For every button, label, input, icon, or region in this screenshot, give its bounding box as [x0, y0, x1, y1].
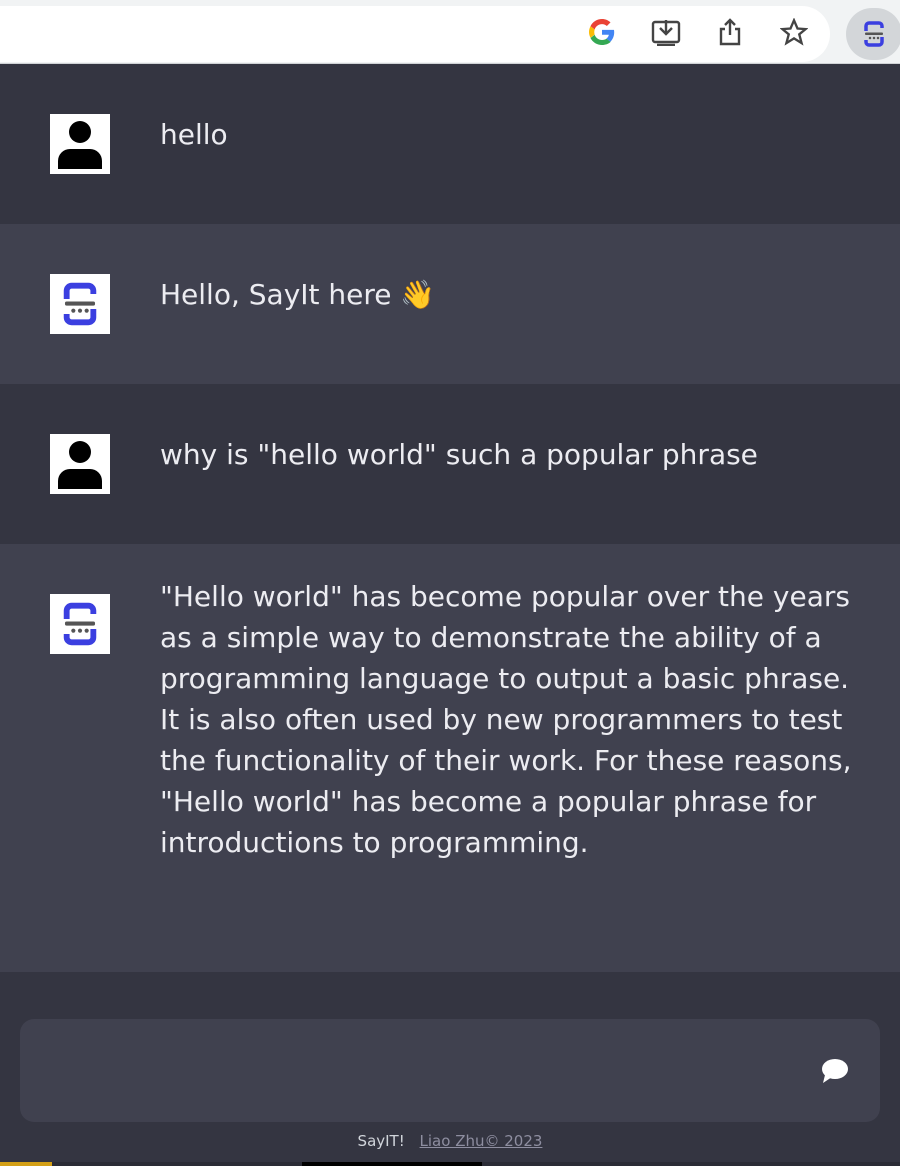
- bookmark-star-icon[interactable]: [778, 16, 810, 48]
- taskbar-segment: [0, 1162, 52, 1166]
- message-assistant: "Hello world" has become popular over th…: [0, 544, 900, 972]
- chat-thread: hello Hello, SayIt here 👋 why is "hello …: [0, 64, 900, 972]
- chat-input-box: [20, 1019, 880, 1122]
- sayit-logo-icon: [50, 594, 110, 654]
- message-text: hello: [160, 118, 228, 151]
- footer-credit-link[interactable]: Liao Zhu© 2023: [420, 1132, 543, 1150]
- user-avatar-icon: [50, 114, 110, 174]
- download-icon[interactable]: [650, 16, 682, 48]
- message-text: Hello, SayIt here 👋: [160, 278, 436, 311]
- taskbar-segment: [302, 1162, 482, 1166]
- footer-brand: SayIT!: [357, 1132, 405, 1150]
- sayit-logo-icon: [50, 274, 110, 334]
- google-icon[interactable]: [586, 16, 618, 48]
- message-user: hello: [0, 64, 900, 224]
- message-user: why is "hello world" such a popular phra…: [0, 384, 900, 544]
- chat-bubble-icon[interactable]: [820, 1056, 850, 1086]
- taskbar-strip: [0, 1162, 900, 1166]
- address-bar[interactable]: [0, 6, 830, 62]
- sayit-extension-icon[interactable]: [846, 8, 900, 60]
- share-icon[interactable]: [714, 16, 746, 48]
- user-avatar-icon: [50, 434, 110, 494]
- footer: SayIT! Liao Zhu© 2023: [0, 1132, 900, 1150]
- browser-toolbar: [0, 0, 900, 64]
- message-text: why is "hello world" such a popular phra…: [160, 438, 758, 471]
- message-assistant: Hello, SayIt here 👋: [0, 224, 900, 384]
- chat-input[interactable]: [40, 1039, 804, 1106]
- message-text: "Hello world" has become popular over th…: [160, 580, 861, 859]
